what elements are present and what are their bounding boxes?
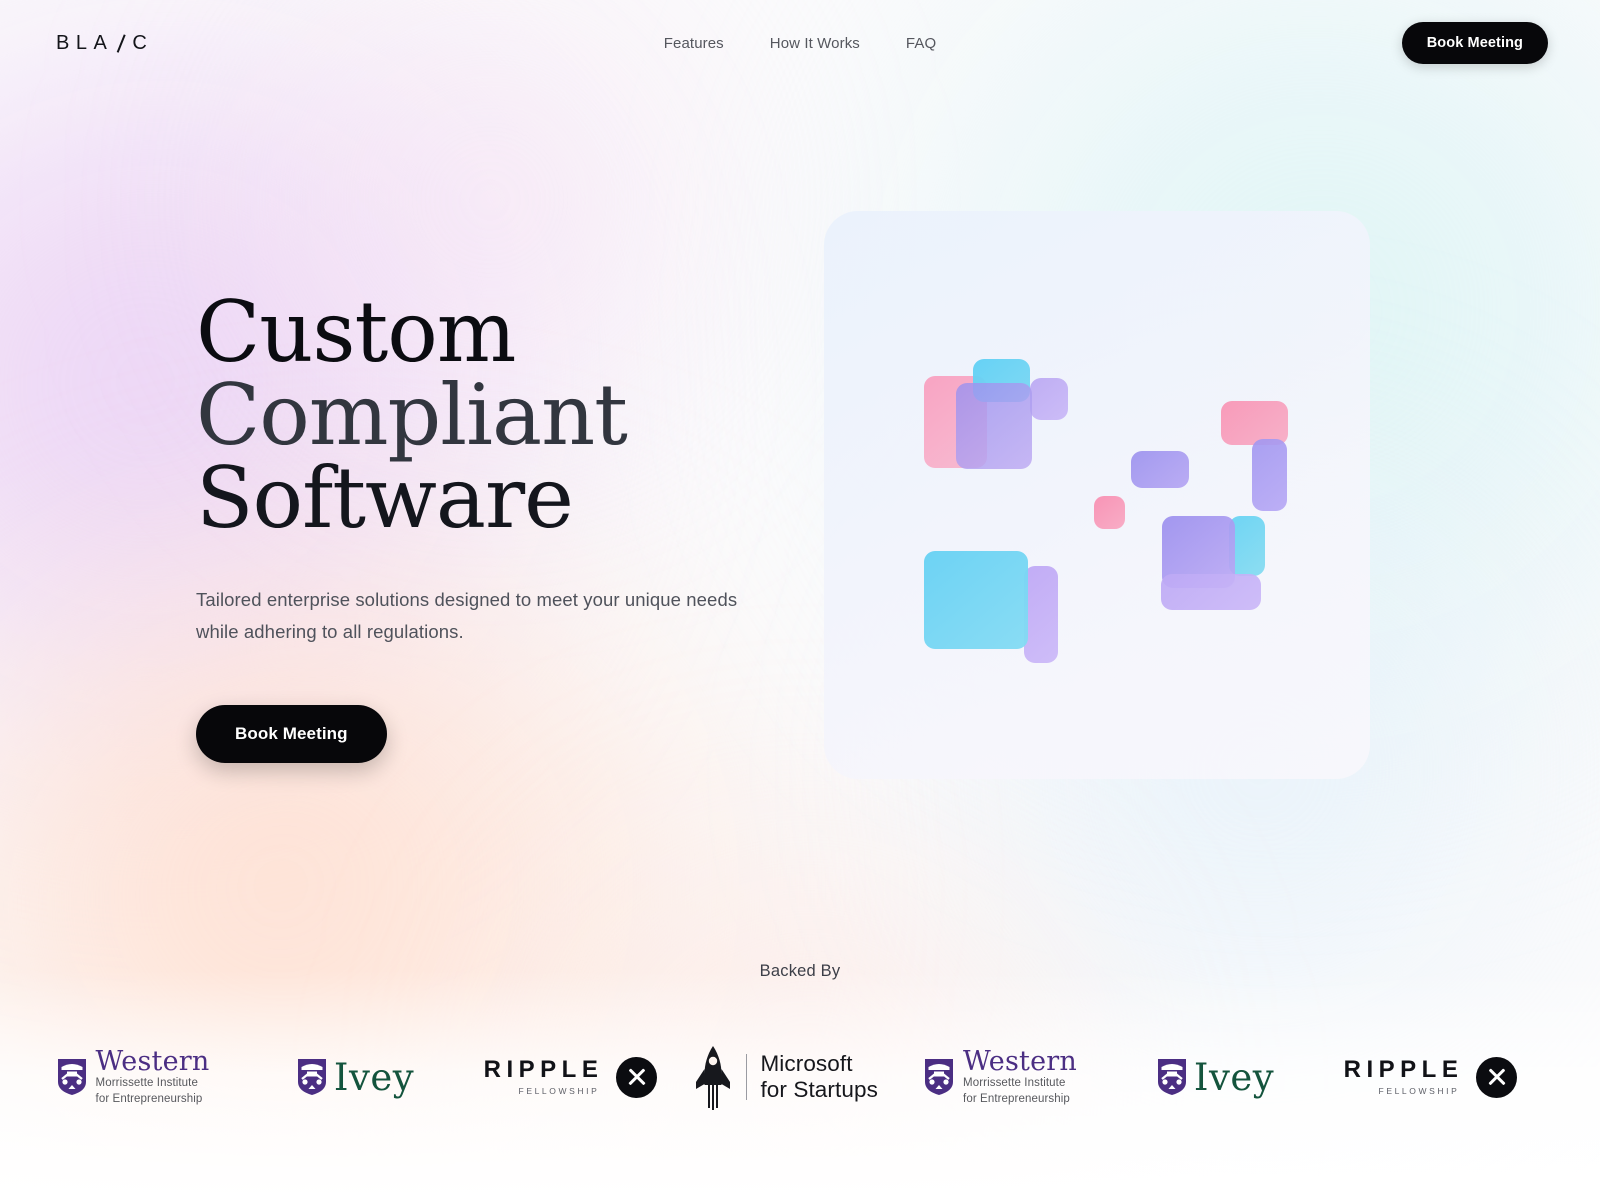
western-crest-icon — [57, 1059, 86, 1095]
visual-block — [1094, 496, 1125, 529]
rocket-icon — [696, 1046, 731, 1110]
western-tagline-line-2: for Entrepreneurship — [963, 1092, 1070, 1105]
nav-item-features[interactable]: Features — [660, 29, 728, 58]
western-name: Western — [963, 1045, 1077, 1077]
ripple-sub: FELLOWSHIP — [518, 1086, 600, 1097]
ivey-logo: Ivey — [1157, 1058, 1274, 1096]
backer-logo-ripple: RIPPLE FELLOWSHIP — [1323, 1027, 1538, 1127]
visual-block — [1024, 566, 1058, 663]
ripple-logo: RIPPLE FELLOWSHIP — [1343, 1056, 1518, 1098]
landing-page: BLA C Features How It Works FAQ Book Mee… — [0, 0, 1600, 1200]
backer-logo-strip: Western Morrissette Institute for Entrep… — [0, 1022, 1600, 1132]
western-name: Western — [95, 1045, 210, 1077]
site-header: BLA C Features How It Works FAQ Book Mee… — [0, 0, 1600, 86]
western-logo: Western Morrissette Institute for Entrep… — [57, 1048, 210, 1106]
nav-item-how-it-works[interactable]: How It Works — [766, 29, 864, 58]
visual-block — [1131, 451, 1189, 488]
visual-block — [956, 383, 1032, 469]
backer-logo-microsoft-for-startups: Microsoft for Startups — [678, 1027, 893, 1127]
visual-block — [924, 551, 1028, 649]
brand-logo-suffix: C — [132, 31, 154, 54]
x-circle-icon — [616, 1056, 658, 1098]
brand-logo[interactable]: BLA C — [56, 32, 153, 55]
hero-title-line-2: Compliant — [196, 366, 628, 465]
western-tagline-line-1: Morrissette Institute — [963, 1076, 1066, 1089]
visual-block — [1161, 574, 1261, 610]
backed-by-label: Backed By — [759, 962, 841, 980]
backer-logo-ripple: RIPPLE FELLOWSHIP — [463, 1027, 678, 1127]
ivey-crest-icon — [1157, 1059, 1186, 1095]
ripple-logo: RIPPLE FELLOWSHIP — [483, 1056, 658, 1098]
x-circle-icon — [1476, 1056, 1518, 1098]
visual-block — [1252, 439, 1287, 511]
main-nav: Features How It Works FAQ — [660, 29, 940, 58]
hero-title-line-3: Software — [196, 449, 574, 548]
visual-block — [1030, 378, 1068, 420]
backer-logo-ivey: Ivey — [248, 1027, 463, 1127]
western-tagline-line-2: for Entrepreneurship — [95, 1092, 203, 1105]
hero-section: Custom Compliant Software Tailored enter… — [0, 86, 1600, 946]
ivey-logo: Ivey — [297, 1058, 414, 1096]
microsoft-line-1: Microsoft — [760, 1050, 853, 1076]
ivey-name: Ivey — [333, 1055, 415, 1099]
nav-item-faq[interactable]: FAQ — [902, 29, 940, 58]
ivey-crest-icon — [297, 1059, 326, 1095]
header-book-meeting-button[interactable]: Book Meeting — [1401, 22, 1548, 64]
ripple-name: RIPPLE — [1343, 1056, 1464, 1084]
hero-content: Custom Compliant Software Tailored enter… — [196, 283, 836, 764]
western-tagline-line-1: Morrissette Institute — [95, 1076, 198, 1089]
hero-subtitle: Tailored enterprise solutions designed t… — [196, 589, 738, 643]
microsoft-logo: Microsoft for Startups — [693, 1044, 878, 1110]
backer-logo-western: Western Morrissette Institute for Entrep… — [18, 1027, 248, 1127]
backed-by-section: Backed By — [0, 962, 1600, 981]
ripple-sub: FELLOWSHIP — [1378, 1086, 1460, 1097]
microsoft-line-2: for Startups — [760, 1077, 878, 1102]
brand-logo-prefix: BLA — [56, 31, 114, 54]
ripple-name: RIPPLE — [483, 1056, 604, 1084]
brand-logo-slash-icon — [114, 34, 127, 53]
western-crest-icon — [925, 1059, 954, 1095]
hero-visual-panel — [824, 211, 1370, 779]
hero-book-meeting-button[interactable]: Book Meeting — [196, 705, 387, 764]
western-logo: Western Morrissette Institute for Entrep… — [924, 1048, 1077, 1106]
hero-title-line-1: Custom — [196, 283, 516, 381]
hero-title: Custom Compliant Software — [196, 283, 836, 548]
ivey-name: Ivey — [1193, 1055, 1275, 1099]
backer-logo-western: Western Morrissette Institute for Entrep… — [893, 1027, 1108, 1127]
divider — [746, 1054, 748, 1100]
backer-logo-ivey: Ivey — [1108, 1027, 1323, 1127]
